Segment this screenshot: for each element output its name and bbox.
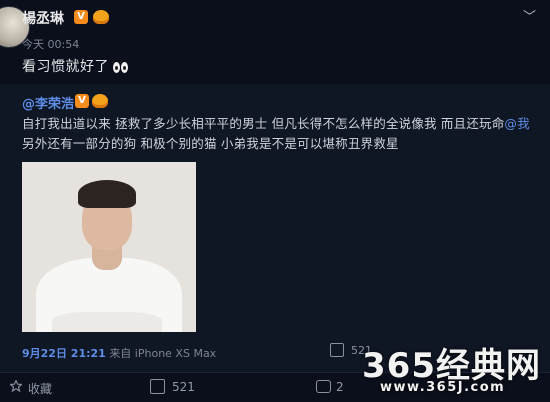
chevron-down-icon[interactable]: ﹀ bbox=[523, 6, 536, 25]
original-text-part: 另外还有一部分的狗 和极个别的猫 小弟我是不是可以堪称丑界救星 bbox=[22, 136, 399, 151]
photo-shirt-fold bbox=[52, 312, 162, 332]
repost-meta: 9月22日 21:21 来自 iPhone XS Max bbox=[22, 345, 216, 361]
repost-icon[interactable] bbox=[150, 379, 165, 394]
username[interactable]: 楊丞琳 bbox=[22, 8, 64, 28]
verified-v-icon: V bbox=[75, 94, 89, 108]
repost-button[interactable]: 521 bbox=[172, 380, 195, 394]
original-post-text: 自打我出道以来 拯救了多少长相平平的男士 但凡长得不怎么样的全说像我 而且还玩命… bbox=[22, 114, 542, 154]
repost-date[interactable]: 9月22日 21:21 bbox=[22, 347, 106, 360]
comment-button[interactable]: 2 bbox=[336, 380, 344, 394]
watermark-url: www.365J.com bbox=[380, 380, 506, 395]
crown-icon bbox=[93, 10, 109, 24]
original-author[interactable]: @李荣浩 bbox=[22, 93, 74, 112]
comment-icon[interactable] bbox=[316, 380, 331, 393]
post-time[interactable]: 今天 00:54 bbox=[22, 36, 79, 52]
crown-icon bbox=[92, 94, 108, 108]
photo-hair bbox=[78, 180, 136, 208]
verified-v-icon: V bbox=[74, 10, 88, 24]
star-icon[interactable] bbox=[10, 380, 22, 392]
repost-icon[interactable] bbox=[330, 343, 344, 357]
watermark: 365经典网 www.365J.com bbox=[362, 338, 542, 400]
original-text-part: 自打我出道以来 拯救了多少长相平平的男士 但凡长得不怎么样的全说像我 而且还玩命 bbox=[22, 116, 505, 131]
favorite-button[interactable]: 收藏 bbox=[28, 380, 52, 397]
post-photo[interactable] bbox=[22, 162, 196, 332]
repost-source: 来自 iPhone XS Max bbox=[109, 347, 217, 360]
mention-link[interactable]: @我 bbox=[504, 116, 529, 131]
post-text: 看习惯就好了 bbox=[22, 59, 109, 75]
eyes-emoji-icon bbox=[113, 58, 129, 77]
